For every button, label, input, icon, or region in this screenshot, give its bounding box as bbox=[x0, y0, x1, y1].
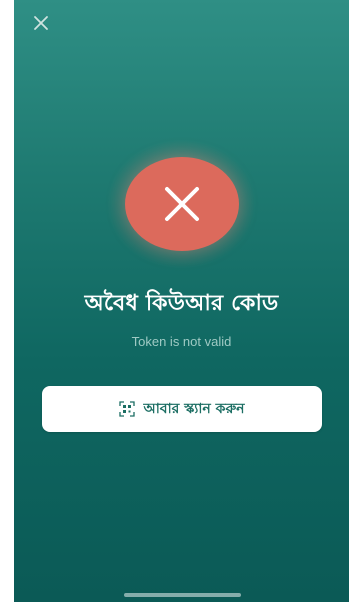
status-message: Token is not valid bbox=[131, 334, 232, 349]
rescan-button-label: আবার স্ক্যান করুন bbox=[143, 401, 245, 417]
invalid-qr-screen: অবৈধ কিউআর কোড Token is not valid আবার স… bbox=[14, 0, 349, 602]
home-indicator bbox=[124, 593, 241, 597]
qr-scan-icon bbox=[119, 401, 136, 417]
rescan-button[interactable]: আবার স্ক্যান করুন bbox=[42, 386, 322, 432]
status-title: অবৈধ কিউআর কোড bbox=[84, 291, 279, 316]
error-x-icon bbox=[165, 187, 199, 221]
close-icon bbox=[34, 16, 48, 30]
close-button[interactable] bbox=[30, 12, 52, 34]
error-status-badge bbox=[125, 157, 239, 251]
